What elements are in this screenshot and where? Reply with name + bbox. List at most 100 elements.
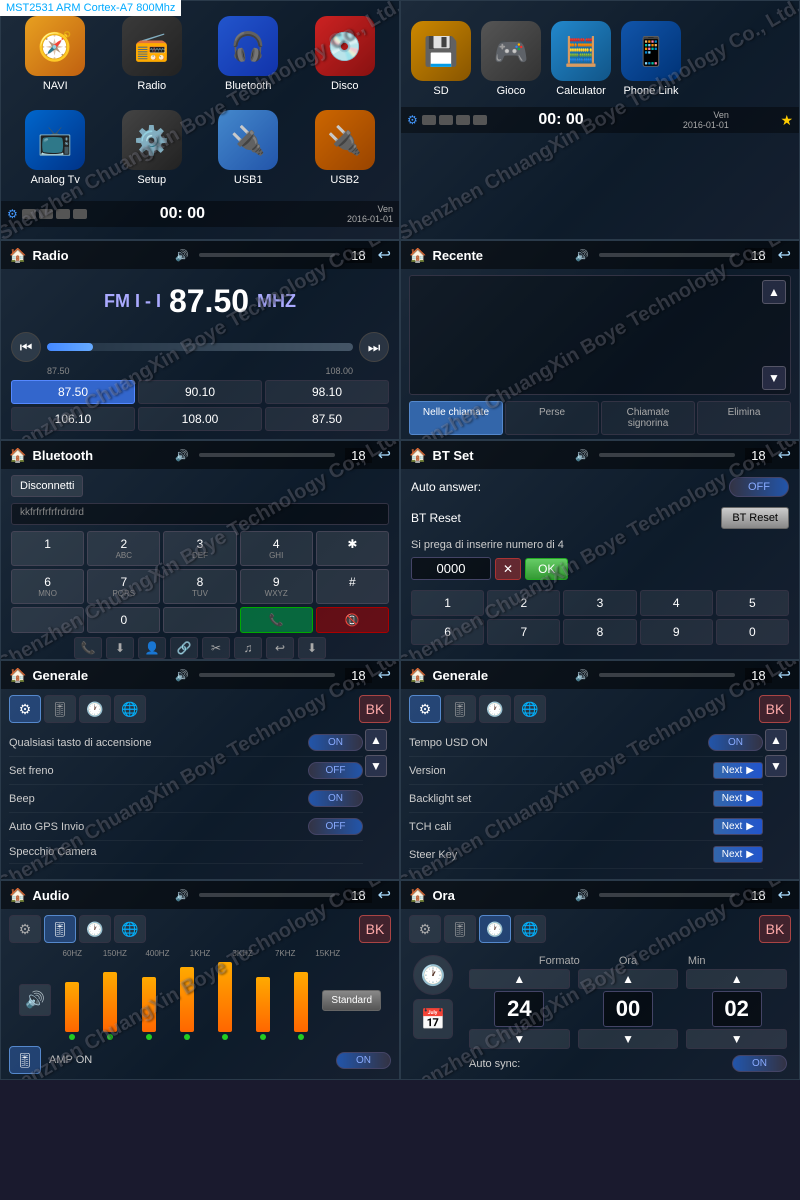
radio-preset-1[interactable]: 90.10 xyxy=(138,380,262,404)
bt-key-9[interactable]: 9WXYZ xyxy=(240,569,313,604)
bt-key-hangup[interactable]: 📵 xyxy=(316,607,389,633)
gen2-tab-gear[interactable]: ⚙ xyxy=(409,695,441,723)
audio-tab-clock[interactable]: 🕐 xyxy=(79,915,111,943)
back-icon-recente[interactable]: ↩ xyxy=(778,245,791,265)
app-usb1[interactable]: 🔌 USB1 xyxy=(204,105,293,191)
bt-icon-dial[interactable]: 📞 xyxy=(74,637,102,659)
gen1-toggle-1[interactable]: OFF xyxy=(308,762,363,779)
back-icon-radio[interactable]: ↩ xyxy=(378,245,391,265)
app-radio[interactable]: 📻 Radio xyxy=(108,11,197,97)
bt-key-1[interactable]: 1 xyxy=(11,531,84,566)
gen2-next-3[interactable]: Next▶ xyxy=(713,818,763,835)
radio-next-button[interactable]: ⏭ xyxy=(359,332,389,362)
bt-key-7[interactable]: 7PQRS xyxy=(87,569,160,604)
eq-bar-3[interactable] xyxy=(170,960,204,1040)
ora-ora-down[interactable]: ▼ xyxy=(578,1029,679,1049)
bt-icon-link[interactable]: 🔗 xyxy=(170,637,198,659)
app-setup[interactable]: ⚙️ Setup xyxy=(108,105,197,191)
gen2-tab-clock[interactable]: 🕐 xyxy=(479,695,511,723)
home-icon-gen1[interactable]: 🏠 xyxy=(9,667,26,684)
recente-scroll-down[interactable]: ▼ xyxy=(762,366,786,390)
gen1-tab-globe[interactable]: 🌐 xyxy=(114,695,146,723)
btset-num-1[interactable]: 1 xyxy=(411,590,484,616)
btset-reset-button[interactable]: BT Reset xyxy=(721,507,789,529)
home-icon-recente[interactable]: 🏠 xyxy=(409,247,426,264)
radio-prev-button[interactable]: ⏮ xyxy=(11,332,41,362)
ora-clock-icon[interactable]: 🕐 xyxy=(413,955,453,995)
bt-icon-music[interactable]: ♫ xyxy=(234,637,262,659)
app-bluetooth[interactable]: 🎧 Bluetooth xyxy=(204,11,293,97)
eq-bar-1[interactable] xyxy=(93,960,127,1040)
eq-bar-6[interactable] xyxy=(284,960,318,1040)
audio-tab-globe[interactable]: 🌐 xyxy=(114,915,146,943)
tab-chiamate-signorina[interactable]: Chiamate signorina xyxy=(601,401,695,435)
radio-preset-4[interactable]: 108.00 xyxy=(138,407,262,431)
eq-bar-4[interactable] xyxy=(208,960,242,1040)
bt-key-star[interactable]: ✱ xyxy=(316,531,389,566)
ora-formato-up[interactable]: ▲ xyxy=(469,969,570,989)
app-calculator[interactable]: 🧮 Calculator xyxy=(551,21,611,97)
app-usb2[interactable]: 🔌 USB2 xyxy=(301,105,390,191)
btset-num-0[interactable]: 0 xyxy=(716,619,789,645)
btset-ok-button[interactable]: OK xyxy=(525,558,568,580)
app-phone[interactable]: 📱 Phone Link xyxy=(621,21,681,97)
audio-tab-eq[interactable]: 🎚 xyxy=(44,915,76,943)
audio-amp-toggle[interactable]: ON xyxy=(336,1052,391,1069)
ora-tab-clock[interactable]: 🕐 xyxy=(479,915,511,943)
ora-tab-bk[interactable]: BK xyxy=(759,915,791,943)
ora-tab-gear[interactable]: ⚙ xyxy=(409,915,441,943)
btset-num-5[interactable]: 5 xyxy=(716,590,789,616)
bt-key-0[interactable]: 0 xyxy=(87,607,160,633)
back-icon-bt[interactable]: ↩ xyxy=(378,445,391,465)
home-icon-ora[interactable]: 🏠 xyxy=(409,887,426,904)
bt-icon-contact[interactable]: 👤 xyxy=(138,637,166,659)
gen2-scroll-up[interactable]: ▲ xyxy=(765,729,787,751)
app-gioco[interactable]: 🎮 Gioco xyxy=(481,21,541,97)
recente-scroll-up[interactable]: ▲ xyxy=(762,280,786,304)
ora-ora-up[interactable]: ▲ xyxy=(578,969,679,989)
gen2-next-4[interactable]: Next▶ xyxy=(713,846,763,863)
home-icon-gen2[interactable]: 🏠 xyxy=(409,667,426,684)
app-disco[interactable]: 💿 Disco xyxy=(301,11,390,97)
btset-num-3[interactable]: 3 xyxy=(563,590,636,616)
btset-num-7[interactable]: 7 xyxy=(487,619,560,645)
ora-formato-down[interactable]: ▼ xyxy=(469,1029,570,1049)
bt-icon-download[interactable]: ⬇ xyxy=(298,637,326,659)
radio-preset-3[interactable]: 106.10 xyxy=(11,407,135,431)
gen2-scroll-down[interactable]: ▼ xyxy=(765,755,787,777)
gen1-tab-gear[interactable]: ⚙ xyxy=(9,695,41,723)
radio-preset-2[interactable]: 98.10 xyxy=(265,380,389,404)
gen1-tab-eq[interactable]: 🎚 xyxy=(44,695,76,723)
btset-num-4[interactable]: 4 xyxy=(640,590,713,616)
back-icon-audio[interactable]: ↩ xyxy=(378,885,391,905)
gen1-toggle-2[interactable]: ON xyxy=(308,790,363,807)
gen2-tab-bk[interactable]: BK xyxy=(759,695,791,723)
btset-num-8[interactable]: 8 xyxy=(563,619,636,645)
gen2-toggle-0[interactable]: ON xyxy=(708,734,763,751)
bt-key-call[interactable]: 📞 xyxy=(240,607,313,633)
back-icon-btset[interactable]: ↩ xyxy=(778,445,791,465)
ora-min-up[interactable]: ▲ xyxy=(686,969,787,989)
gen2-next-1[interactable]: Next▶ xyxy=(713,762,763,779)
ora-sync-toggle[interactable]: ON xyxy=(732,1055,787,1072)
ora-min-down[interactable]: ▼ xyxy=(686,1029,787,1049)
audio-eq-icon[interactable]: 🎚 xyxy=(9,1046,41,1074)
btset-num-6[interactable]: 6 xyxy=(411,619,484,645)
ora-calendar-icon[interactable]: 📅 xyxy=(413,999,453,1039)
back-icon-ora[interactable]: ↩ xyxy=(778,885,791,905)
home-icon-audio[interactable]: 🏠 xyxy=(9,887,26,904)
bt-icon-down[interactable]: ⬇ xyxy=(106,637,134,659)
btset-pin-input[interactable] xyxy=(411,557,491,580)
home-icon-btset[interactable]: 🏠 xyxy=(409,447,426,464)
tab-perse[interactable]: Perse xyxy=(505,401,599,435)
gen1-scroll-up[interactable]: ▲ xyxy=(365,729,387,751)
radio-preset-0[interactable]: 87.50 xyxy=(11,380,135,404)
gen1-toggle-3[interactable]: OFF xyxy=(308,818,363,835)
gen1-toggle-0[interactable]: ON xyxy=(308,734,363,751)
gen2-next-2[interactable]: Next▶ xyxy=(713,790,763,807)
eq-bar-5[interactable] xyxy=(246,960,280,1040)
bt-icon-scissors[interactable]: ✂ xyxy=(202,637,230,659)
app-tv[interactable]: 📺 Analog Tv xyxy=(11,105,100,191)
radio-preset-5[interactable]: 87.50 xyxy=(265,407,389,431)
eq-bar-2[interactable] xyxy=(131,960,165,1040)
